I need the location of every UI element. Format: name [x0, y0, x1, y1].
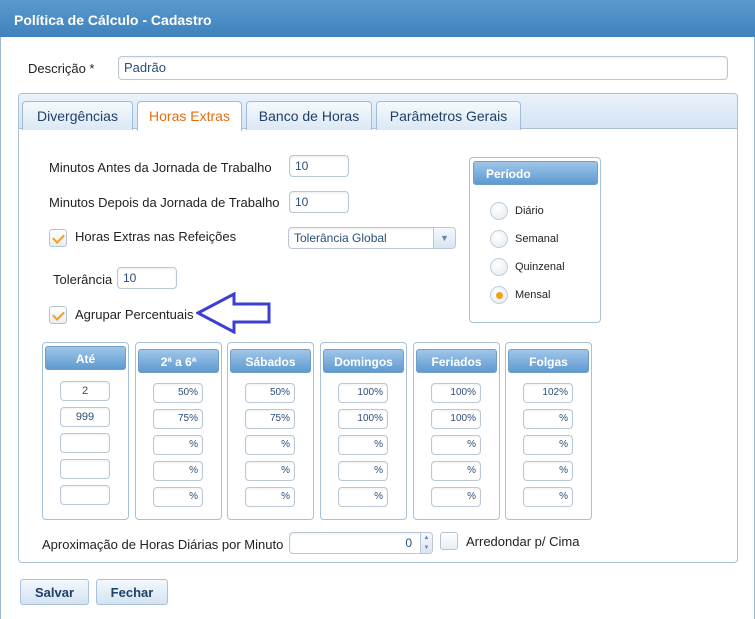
radio-diario[interactable] — [490, 202, 508, 220]
periodo-group: Período Diário Semanal Quinzenal Mensal — [469, 157, 601, 323]
col-folgas: Folgas 102% % % % % — [505, 342, 592, 520]
arredondar-checkbox[interactable] — [440, 532, 458, 550]
col-folgas-cell[interactable]: 102% — [523, 383, 573, 403]
radio-quinzenal-label: Quinzenal — [515, 261, 565, 273]
col-feriados: Feriados 100% 100% % % % — [413, 342, 500, 520]
col-feriados-cell[interactable]: % — [431, 487, 481, 507]
tolerancia-select-value: Tolerância Global — [294, 231, 387, 245]
col-feriados-cell[interactable]: 100% — [431, 383, 481, 403]
tolerancia-label: Tolerância — [53, 272, 113, 287]
arredondar-label: Arredondar p/ Cima — [466, 534, 580, 549]
col-2a-6a-header: 2ª a 6ª — [138, 349, 219, 373]
radio-semanal-label: Semanal — [515, 233, 559, 245]
col-ate-cell[interactable]: 999 — [60, 407, 110, 427]
col-folgas-cell[interactable]: % — [523, 409, 573, 429]
aproximacao-label: Aproximação de Horas Diárias por Minuto — [42, 537, 284, 552]
minutos-antes-label: Minutos Antes da Jornada de Trabalho — [49, 160, 272, 175]
col-ate-cell[interactable] — [60, 459, 110, 479]
col-domingos: Domingos 100% 100% % % % — [320, 342, 407, 520]
col-folgas-cell[interactable]: % — [523, 435, 573, 455]
col-feriados-cell[interactable]: % — [431, 435, 481, 455]
col-2a-6a-cell[interactable]: 50% — [153, 383, 203, 403]
radio-diario-label: Diário — [515, 205, 544, 217]
col-sabados-cell[interactable]: % — [245, 487, 295, 507]
tab-banco-de-horas[interactable]: Banco de Horas — [246, 101, 372, 130]
periodo-title: Período — [473, 161, 598, 185]
col-sabados-cell[interactable]: 75% — [245, 409, 295, 429]
col-2a-6a-cell[interactable]: % — [153, 435, 203, 455]
window-title: Política de Cálculo - Cadastro — [0, 0, 755, 37]
tolerancia-input[interactable]: 10 — [117, 267, 177, 289]
horas-extras-refeicoes-checkbox[interactable] — [49, 229, 67, 247]
col-feriados-cell[interactable]: % — [431, 461, 481, 481]
spinner-icon[interactable]: ▲ ▼ — [420, 533, 432, 553]
radio-quinzenal[interactable] — [490, 258, 508, 276]
tab-strip: Divergências Horas Extras Banco de Horas… — [19, 94, 737, 131]
minutos-depois-label: Minutos Depois da Jornada de Trabalho — [49, 195, 280, 210]
col-domingos-cell[interactable]: 100% — [338, 383, 388, 403]
col-folgas-cell[interactable]: % — [523, 461, 573, 481]
tab-parametros-gerais[interactable]: Parâmetros Gerais — [376, 101, 521, 130]
check-icon — [52, 308, 65, 321]
minutos-depois-input[interactable]: 10 — [289, 191, 349, 213]
radio-mensal-label: Mensal — [515, 289, 551, 301]
arrow-left-icon — [196, 292, 271, 334]
col-sabados-header: Sábados — [230, 349, 311, 373]
col-sabados: Sábados 50% 75% % % % — [227, 342, 314, 520]
col-domingos-cell[interactable]: % — [338, 487, 388, 507]
descricao-input[interactable]: Padrão — [118, 56, 728, 80]
col-2a-6a-cell[interactable]: 75% — [153, 409, 203, 429]
col-domingos-header: Domingos — [323, 349, 404, 373]
col-domingos-cell[interactable]: 100% — [338, 409, 388, 429]
col-ate-cell[interactable] — [60, 485, 110, 505]
col-2a-6a-cell[interactable]: % — [153, 487, 203, 507]
col-ate: Até 2 999 — [42, 342, 129, 520]
col-2a-6a: 2ª a 6ª 50% 75% % % % — [135, 342, 222, 520]
close-button[interactable]: Fechar — [96, 579, 168, 605]
col-sabados-cell[interactable]: % — [245, 435, 295, 455]
col-ate-cell[interactable]: 2 — [60, 381, 110, 401]
tab-horas-extras[interactable]: Horas Extras — [137, 101, 242, 131]
col-ate-cell[interactable] — [60, 433, 110, 453]
agrupar-percentuais-label: Agrupar Percentuais — [75, 307, 194, 322]
horas-extras-refeicoes-label: Horas Extras nas Refeições — [75, 229, 237, 244]
descricao-label: Descrição * — [28, 61, 95, 76]
save-button[interactable]: Salvar — [20, 579, 89, 605]
col-2a-6a-cell[interactable]: % — [153, 461, 203, 481]
agrupar-percentuais-checkbox[interactable] — [49, 306, 67, 324]
chevron-down-icon[interactable]: ▼ — [433, 228, 455, 248]
col-domingos-cell[interactable]: % — [338, 461, 388, 481]
col-folgas-cell[interactable]: % — [523, 487, 573, 507]
col-domingos-cell[interactable]: % — [338, 435, 388, 455]
check-icon — [52, 231, 65, 244]
col-ate-header: Até — [45, 346, 126, 370]
col-feriados-header: Feriados — [416, 349, 497, 373]
tab-divergencias[interactable]: Divergências — [22, 101, 133, 130]
radio-mensal[interactable] — [490, 286, 508, 304]
radio-semanal[interactable] — [490, 230, 508, 248]
aproximacao-input[interactable]: 0 ▲ ▼ — [289, 532, 433, 554]
col-folgas-header: Folgas — [508, 349, 589, 373]
aproximacao-value: 0 — [405, 536, 412, 550]
tolerancia-select[interactable]: Tolerância Global ▼ — [288, 227, 456, 249]
col-sabados-cell[interactable]: % — [245, 461, 295, 481]
col-sabados-cell[interactable]: 50% — [245, 383, 295, 403]
col-feriados-cell[interactable]: 100% — [431, 409, 481, 429]
minutos-antes-input[interactable]: 10 — [289, 155, 349, 177]
